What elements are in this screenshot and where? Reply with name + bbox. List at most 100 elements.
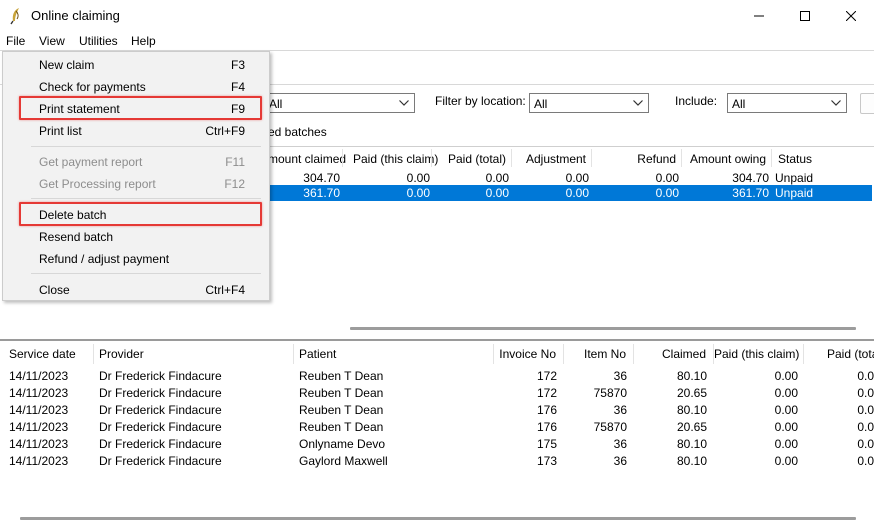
- detail-service-date[interactable]: 14/11/2023: [9, 403, 89, 417]
- batch-paid-this[interactable]: 0.00: [352, 171, 430, 185]
- detail-provider[interactable]: Dr Frederick Findacure: [99, 386, 289, 400]
- col-adjustment[interactable]: Adjustment: [512, 152, 586, 172]
- detail-provider[interactable]: Dr Frederick Findacure: [99, 454, 289, 468]
- detail-paid-total[interactable]: 0.0: [804, 386, 874, 400]
- detail-paid-total[interactable]: 0.0: [804, 437, 874, 451]
- col-service-date[interactable]: Service date: [9, 347, 76, 361]
- detail-provider[interactable]: Dr Frederick Findacure: [99, 369, 289, 383]
- detail-service-date[interactable]: 14/11/2023: [9, 386, 89, 400]
- detail-paid-this[interactable]: 0.00: [714, 420, 798, 434]
- menu-item-print-list[interactable]: Print list Ctrl+F9: [3, 121, 269, 141]
- detail-invoice-no[interactable]: 172: [494, 386, 557, 400]
- col-paid-total[interactable]: Paid (total): [432, 152, 506, 172]
- col-paid-total[interactable]: Paid (tota: [827, 347, 874, 361]
- detail-paid-total[interactable]: 0.0: [804, 420, 874, 434]
- batch-amount-claimed[interactable]: 304.70: [262, 171, 340, 185]
- detail-item-no[interactable]: 36: [564, 403, 627, 417]
- detail-patient[interactable]: Onlyname Devo: [299, 437, 489, 451]
- batch-refund[interactable]: 0.00: [592, 186, 679, 200]
- detail-claimed[interactable]: 80.10: [634, 369, 707, 383]
- detail-invoice-no[interactable]: 173: [494, 454, 557, 468]
- batch-paid-this[interactable]: 0.00: [352, 186, 430, 200]
- detail-paid-this[interactable]: 0.00: [714, 437, 798, 451]
- col-divider: [342, 149, 343, 167]
- col-status[interactable]: Status: [778, 152, 812, 172]
- menu-item-label: Get payment report: [39, 155, 143, 169]
- detail-patient[interactable]: Reuben T Dean: [299, 420, 489, 434]
- menu-item-label: New claim: [39, 58, 95, 72]
- filter-combo-first[interactable]: All: [264, 93, 415, 113]
- detail-grid-hscrollbar[interactable]: [20, 517, 856, 520]
- detail-service-date[interactable]: 14/11/2023: [9, 420, 89, 434]
- detail-claimed[interactable]: 80.10: [634, 403, 707, 417]
- detail-paid-this[interactable]: 0.00: [714, 403, 798, 417]
- menu-help[interactable]: Help: [131, 34, 156, 48]
- detail-item-no[interactable]: 75870: [564, 420, 627, 434]
- batch-grid-hscrollbar[interactable]: [350, 327, 856, 330]
- col-provider[interactable]: Provider: [99, 347, 144, 361]
- batch-amount-claimed[interactable]: 361.70: [262, 186, 340, 200]
- batch-owing[interactable]: 361.70: [682, 186, 769, 200]
- col-paid-this-claim[interactable]: Paid (this claim): [353, 152, 438, 172]
- batch-owing[interactable]: 304.70: [682, 171, 769, 185]
- col-invoice-no[interactable]: Invoice No: [494, 347, 556, 361]
- detail-patient[interactable]: Gaylord Maxwell: [299, 454, 489, 468]
- col-amount-owing[interactable]: Amount owing: [682, 152, 766, 172]
- detail-patient[interactable]: Reuben T Dean: [299, 403, 489, 417]
- detail-invoice-no[interactable]: 176: [494, 420, 557, 434]
- filter-include-combo[interactable]: All: [727, 93, 847, 113]
- detail-item-no[interactable]: 36: [564, 437, 627, 451]
- detail-claimed[interactable]: 20.65: [634, 420, 707, 434]
- detail-paid-this[interactable]: 0.00: [714, 454, 798, 468]
- detail-provider[interactable]: Dr Frederick Findacure: [99, 403, 289, 417]
- detail-paid-this[interactable]: 0.00: [714, 369, 798, 383]
- detail-invoice-no[interactable]: 176: [494, 403, 557, 417]
- detail-paid-total[interactable]: 0.0: [804, 369, 874, 383]
- detail-claimed[interactable]: 20.65: [634, 386, 707, 400]
- close-button[interactable]: [828, 0, 874, 32]
- detail-claimed[interactable]: 80.10: [634, 454, 707, 468]
- detail-service-date[interactable]: 14/11/2023: [9, 437, 89, 451]
- maximize-button[interactable]: [782, 0, 828, 32]
- detail-item-no[interactable]: 36: [564, 454, 627, 468]
- batch-paid-total[interactable]: 0.00: [432, 171, 509, 185]
- detail-service-date[interactable]: 14/11/2023: [9, 454, 89, 468]
- menu-view[interactable]: View: [39, 34, 65, 48]
- menu-item-close[interactable]: Close Ctrl+F4: [3, 280, 269, 300]
- detail-provider[interactable]: Dr Frederick Findacure: [99, 437, 289, 451]
- menu-item-check-for-payments[interactable]: Check for payments F4: [3, 77, 269, 97]
- col-paid-this-claim[interactable]: Paid (this claim): [714, 347, 799, 361]
- detail-service-date[interactable]: 14/11/2023: [9, 369, 89, 383]
- menu-item-refund-adjust-payment[interactable]: Refund / adjust payment: [3, 249, 269, 269]
- refresh-button[interactable]: [860, 93, 874, 114]
- batch-status[interactable]: Unpaid: [775, 171, 813, 185]
- filter-location-combo[interactable]: All: [529, 93, 649, 113]
- menu-file[interactable]: File: [6, 34, 25, 48]
- menu-item-new-claim[interactable]: New claim F3: [3, 55, 269, 75]
- menu-utilities[interactable]: Utilities: [79, 34, 118, 48]
- detail-paid-this[interactable]: 0.00: [714, 386, 798, 400]
- detail-invoice-no[interactable]: 172: [494, 369, 557, 383]
- detail-patient[interactable]: Reuben T Dean: [299, 386, 489, 400]
- batch-adjustment[interactable]: 0.00: [512, 186, 589, 200]
- detail-paid-total[interactable]: 0.0: [804, 454, 874, 468]
- batch-paid-total[interactable]: 0.00: [432, 186, 509, 200]
- batch-refund[interactable]: 0.00: [592, 171, 679, 185]
- col-patient[interactable]: Patient: [299, 347, 336, 361]
- detail-invoice-no[interactable]: 175: [494, 437, 557, 451]
- detail-item-no[interactable]: 36: [564, 369, 627, 383]
- minimize-button[interactable]: [736, 0, 782, 32]
- detail-paid-total[interactable]: 0.0: [804, 403, 874, 417]
- col-refund[interactable]: Refund: [592, 152, 676, 172]
- detail-claimed[interactable]: 80.10: [634, 437, 707, 451]
- batches-checkbox-label[interactable]: ed batches: [268, 125, 327, 139]
- detail-patient[interactable]: Reuben T Dean: [299, 369, 489, 383]
- col-item-no[interactable]: Item No: [564, 347, 626, 361]
- batch-adjustment[interactable]: 0.00: [512, 171, 589, 185]
- batch-status[interactable]: Unpaid: [775, 186, 813, 200]
- detail-item-no[interactable]: 75870: [564, 386, 627, 400]
- menu-item-resend-batch[interactable]: Resend batch: [3, 227, 269, 247]
- col-amount-claimed[interactable]: mount claimed: [268, 152, 346, 172]
- col-claimed[interactable]: Claimed: [634, 347, 706, 361]
- detail-provider[interactable]: Dr Frederick Findacure: [99, 420, 289, 434]
